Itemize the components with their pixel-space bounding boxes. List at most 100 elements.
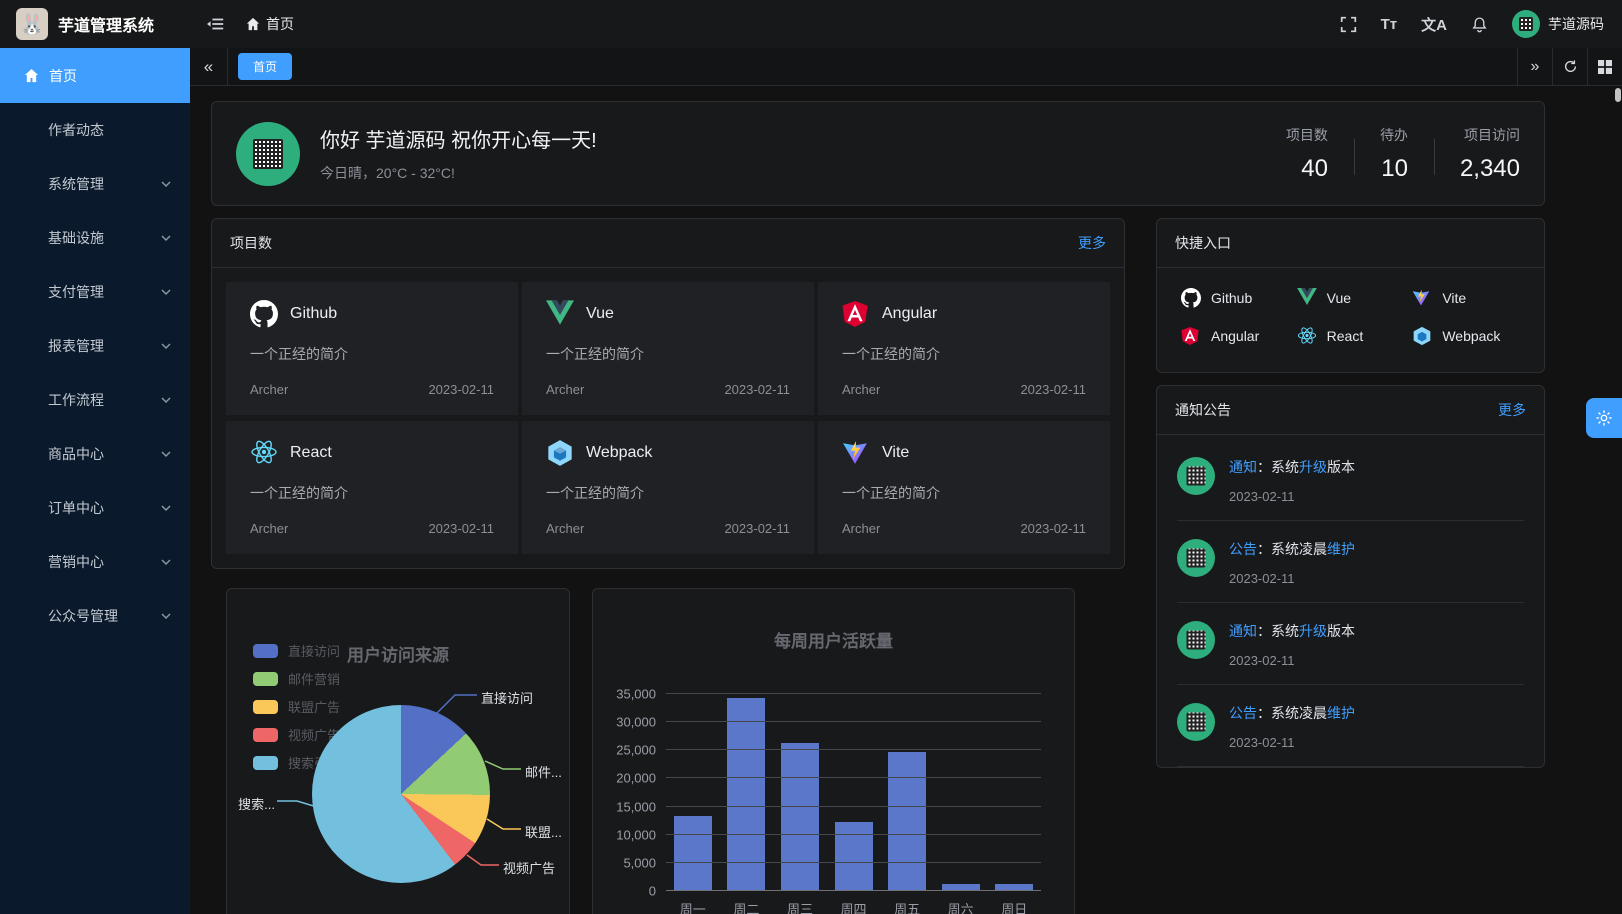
shortcut-github[interactable]: Github	[1181, 288, 1289, 308]
y-tick-label: 10,000	[616, 827, 656, 842]
breadcrumb[interactable]: 首页	[246, 14, 294, 34]
translate-icon[interactable]: 文A	[1421, 14, 1447, 35]
webpack-icon	[1412, 326, 1432, 346]
project-author: Archer	[546, 382, 584, 397]
topbar: 🐰 芋道管理系统 首页 Tᴛ 文A 芋道源码	[0, 0, 1622, 48]
font-size-icon[interactable]: Tᴛ	[1381, 16, 1398, 33]
sidebar-item-home[interactable]: 首页	[0, 48, 190, 103]
notice-avatar	[1177, 703, 1215, 741]
grid-line	[666, 777, 1041, 778]
github-icon	[250, 300, 278, 328]
x-tick-label: 周一	[666, 899, 720, 914]
user-menu[interactable]: 芋道源码	[1512, 10, 1604, 38]
notices-panel: 通知公告 更多 通知：系统升级版本 2023-02-11 公告：	[1156, 385, 1545, 768]
fullscreen-icon[interactable]	[1340, 16, 1357, 33]
notice-date: 2023-02-11	[1229, 735, 1355, 750]
shortcut-angular[interactable]: Angular	[1181, 326, 1289, 346]
home-icon	[246, 17, 260, 31]
project-author: Archer	[546, 521, 584, 536]
y-tick-label: 0	[649, 884, 656, 899]
project-date: 2023-02-11	[724, 521, 790, 536]
shortcut-react[interactable]: React	[1297, 326, 1405, 346]
app-logo[interactable]: 🐰 芋道管理系统	[0, 0, 190, 48]
gear-icon	[1595, 409, 1613, 427]
vite-icon	[842, 439, 870, 467]
chevron-down-icon	[160, 340, 172, 352]
chevron-down-icon	[160, 556, 172, 568]
shortcut-vue[interactable]: Vue	[1297, 288, 1405, 308]
project-card-vue[interactable]: Vue 一个正经的简介 Archer2023-02-11	[522, 282, 814, 415]
sidebar-item-reports[interactable]: 报表管理	[0, 319, 190, 373]
chevron-down-icon	[160, 448, 172, 460]
home-icon	[24, 68, 39, 83]
pie-label: 直接访问	[481, 688, 533, 707]
shortcut-vite[interactable]: Vite	[1412, 288, 1520, 308]
shortcut-webpack[interactable]: Webpack	[1412, 326, 1520, 346]
project-card-react[interactable]: React 一个正经的简介 Archer2023-02-11	[226, 421, 518, 554]
grid-menu-icon[interactable]	[1587, 48, 1622, 85]
legend-item[interactable]: 邮件营销	[253, 669, 340, 688]
webpack-icon	[546, 439, 574, 467]
pie-label: 邮件...	[525, 762, 562, 781]
vue-icon	[1297, 288, 1317, 308]
project-card-vite[interactable]: Vite 一个正经的简介 Archer2023-02-11	[818, 421, 1110, 554]
notices-more-link[interactable]: 更多	[1498, 400, 1526, 420]
notice-item[interactable]: 公告：系统凌晨维护 2023-02-11	[1177, 521, 1524, 603]
tabs-scroll-left-button[interactable]: «	[190, 48, 228, 85]
notice-avatar	[1177, 621, 1215, 659]
sidebar-item-products[interactable]: 商品中心	[0, 427, 190, 481]
menu-fold-icon[interactable]	[202, 10, 230, 38]
vue-icon	[546, 300, 574, 328]
sidebar-item-payment[interactable]: 支付管理	[0, 265, 190, 319]
profile-qr-avatar	[236, 122, 300, 186]
bar	[674, 816, 712, 891]
legend-item[interactable]: 直接访问	[253, 641, 340, 660]
x-tick-label: 周三	[773, 899, 827, 914]
project-card-webpack[interactable]: Webpack 一个正经的简介 Archer2023-02-11	[522, 421, 814, 554]
stat-visits: 项目访问 2,340	[1434, 125, 1520, 183]
project-author: Archer	[250, 521, 288, 536]
tabs-scroll-right-button[interactable]: »	[1517, 48, 1552, 85]
notice-item[interactable]: 公告：系统凌晨维护 2023-02-11	[1177, 685, 1524, 767]
sidebar-item-wechat[interactable]: 公众号管理	[0, 589, 190, 643]
bar-chart-card: 每周用户活跃量 05,00010,00015,00020,00025,00030…	[592, 588, 1075, 914]
sidebar-item-author-news[interactable]: 作者动态	[0, 103, 190, 157]
theme-settings-button[interactable]	[1586, 398, 1622, 438]
chevron-down-icon	[160, 394, 172, 406]
sidebar-item-infrastructure[interactable]: 基础设施	[0, 211, 190, 265]
refresh-icon[interactable]	[1552, 48, 1587, 85]
tab-home[interactable]: 首页	[238, 53, 292, 80]
project-card-github[interactable]: Github 一个正经的简介 Archer2023-02-11	[226, 282, 518, 415]
legend-item[interactable]: 联盟广告	[253, 697, 340, 716]
notice-item[interactable]: 通知：系统升级版本 2023-02-11	[1177, 603, 1524, 685]
pie-graphic	[312, 705, 490, 883]
y-tick-label: 35,000	[616, 687, 656, 702]
welcome-card: 你好 芋道源码 祝你开心每一天! 今日晴，20°C - 32°C! 项目数 40…	[211, 101, 1545, 206]
react-icon	[1297, 326, 1317, 346]
breadcrumb-label: 首页	[266, 14, 294, 34]
project-date: 2023-02-11	[428, 382, 494, 397]
x-tick-label: 周二	[720, 899, 774, 914]
projects-panel-title: 项目数	[230, 233, 272, 253]
notification-bell-icon[interactable]	[1471, 16, 1488, 33]
shortcuts-title: 快捷入口	[1175, 233, 1231, 253]
stat-projects: 项目数 40	[1260, 125, 1354, 183]
sidebar: 首页 作者动态 系统管理 基础设施 支付管理 报表管理 工作流程 商品中心 订单…	[0, 48, 190, 914]
sidebar-item-marketing[interactable]: 营销中心	[0, 535, 190, 589]
project-author: Archer	[250, 382, 288, 397]
greeting-text: 你好 芋道源码 祝你开心每一天!	[320, 124, 597, 153]
sidebar-item-workflow[interactable]: 工作流程	[0, 373, 190, 427]
legend-item[interactable]: 视频广告	[253, 725, 340, 744]
sidebar-item-orders[interactable]: 订单中心	[0, 481, 190, 535]
notice-item[interactable]: 通知：系统升级版本 2023-02-11	[1177, 439, 1524, 521]
bar-yaxis: 05,00010,00015,00020,00025,00030,00035,0…	[593, 694, 656, 891]
user-avatar	[1512, 10, 1540, 38]
projects-more-link[interactable]: 更多	[1078, 233, 1106, 253]
sidebar-item-system[interactable]: 系统管理	[0, 157, 190, 211]
tabbar: « 首页 »	[190, 48, 1622, 86]
chevron-down-icon	[160, 286, 172, 298]
grid-line	[666, 721, 1041, 722]
bar-plot	[666, 694, 1041, 891]
pie-label: 搜索...	[233, 794, 275, 813]
project-card-angular[interactable]: Angular 一个正经的简介 Archer2023-02-11	[818, 282, 1110, 415]
